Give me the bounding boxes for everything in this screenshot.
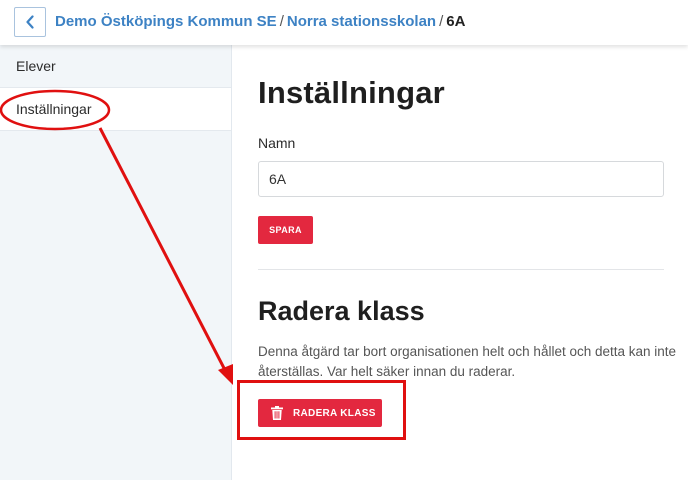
sidebar-item-label: Elever bbox=[16, 58, 56, 74]
breadcrumb-current: 6A bbox=[446, 13, 466, 30]
sidebar-item-installningar[interactable]: Inställningar bbox=[0, 88, 231, 131]
page-title: Inställningar bbox=[258, 75, 445, 110]
top-bar: Demo Östköpings Kommun SE / Norra stations… bbox=[0, 0, 688, 45]
delete-class-label: RADERA KLASS bbox=[293, 407, 376, 419]
delete-class-button[interactable]: RADERA KLASS bbox=[258, 399, 382, 427]
sidebar-item-elever[interactable]: Elever bbox=[0, 45, 231, 88]
breadcrumb: Demo Östköpings Kommun SE / Norra stations… bbox=[55, 13, 465, 30]
breadcrumb-link-municipality[interactable]: Demo Östköpings Kommun SE bbox=[55, 13, 277, 30]
sidebar-item-label: Inställningar bbox=[16, 101, 92, 117]
delete-description: Denna åtgärd tar bort organisationen hel… bbox=[258, 344, 677, 379]
breadcrumb-separator: / bbox=[279, 13, 284, 30]
page: Demo Östköpings Kommun SE / Norra stations… bbox=[0, 0, 688, 480]
breadcrumb-separator: / bbox=[439, 13, 444, 30]
back-button[interactable] bbox=[14, 7, 46, 37]
sidebar: Elever Inställningar bbox=[0, 45, 232, 480]
chevron-left-icon bbox=[26, 15, 34, 29]
name-label: Namn bbox=[258, 135, 296, 151]
save-button[interactable]: SPARA bbox=[258, 216, 313, 244]
delete-section-title: Radera klass bbox=[258, 296, 425, 326]
breadcrumb-link-school[interactable]: Norra stationsskolan bbox=[287, 13, 436, 30]
trash-icon bbox=[271, 406, 283, 420]
section-divider bbox=[258, 269, 664, 270]
name-input[interactable] bbox=[258, 161, 664, 197]
